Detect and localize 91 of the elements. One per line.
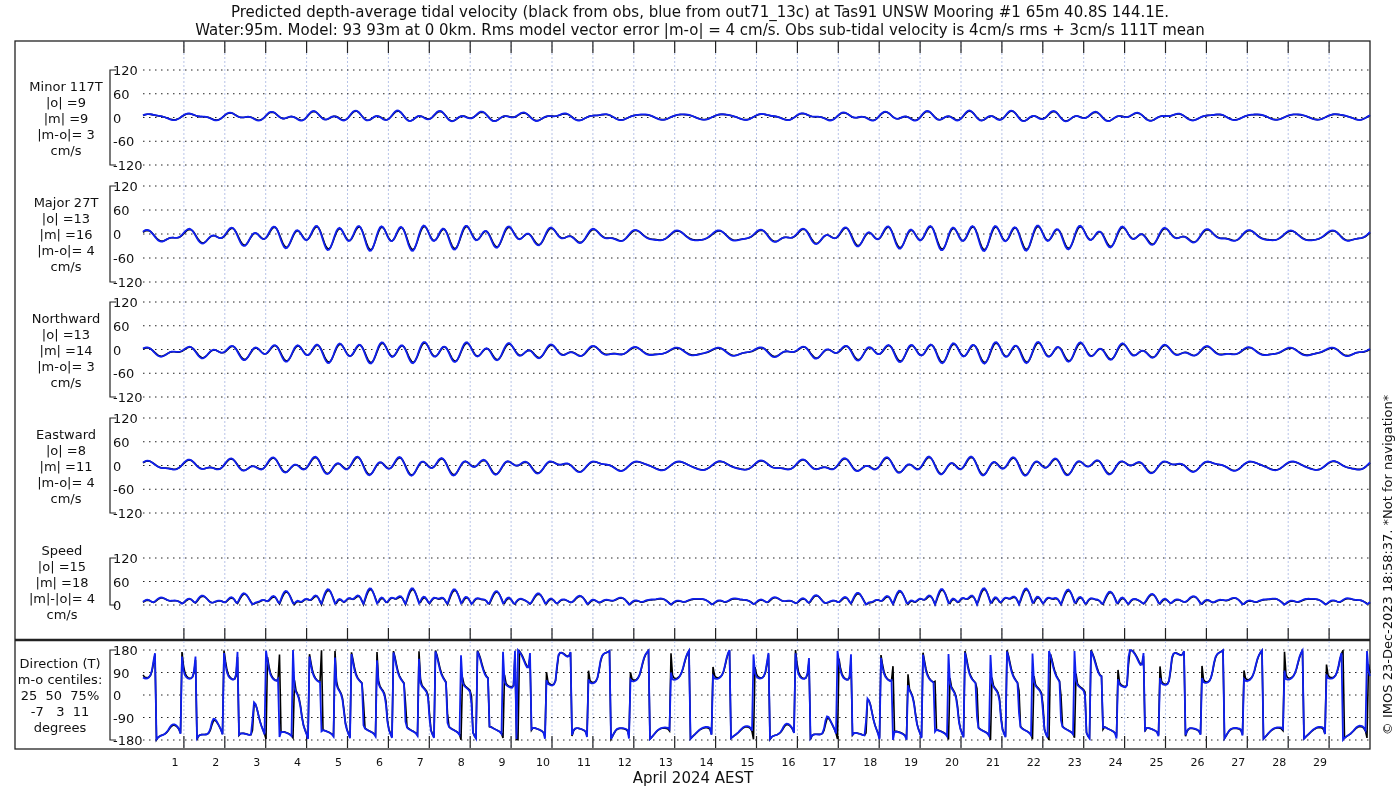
- day-label: 4: [294, 756, 302, 769]
- y-tick-label: -60: [113, 482, 135, 498]
- y-tick-label: 120: [113, 179, 138, 194]
- day-label: 7: [416, 756, 424, 769]
- y-tick-label: -120: [113, 275, 143, 290]
- y-tick-label: 60: [113, 318, 130, 334]
- panel-label: degrees: [33, 720, 87, 735]
- day-label: 10: [536, 756, 550, 769]
- y-tick-label: 60: [113, 86, 130, 102]
- y-tick-label: 0: [113, 227, 122, 242]
- day-label: 3: [253, 756, 261, 769]
- day-label: 28: [1272, 756, 1287, 769]
- y-tick-label: 120: [113, 411, 138, 426]
- y-tick-label: 0: [113, 458, 122, 474]
- y-tick-label: -60: [113, 134, 135, 150]
- panel-label: |m| =18: [35, 574, 89, 590]
- panel-label: 25 50 75%: [20, 688, 100, 703]
- panel-label: |m-o|= 4: [37, 474, 95, 490]
- panel-label: |o| =8: [46, 442, 86, 458]
- day-label: 12: [617, 756, 632, 769]
- panel-label: -7 3 11: [30, 704, 90, 719]
- y-tick-label: -60: [113, 251, 135, 266]
- y-tick-label: 0: [113, 688, 122, 703]
- y-tick-label: -180: [113, 733, 143, 748]
- panel-label: Northward: [31, 310, 101, 326]
- y-tick-label: 60: [113, 574, 130, 590]
- panel-label: cm/s: [46, 606, 78, 622]
- panel-label: |m| =9: [43, 110, 89, 126]
- panel-label: |m| =11: [39, 458, 93, 474]
- panel-label: |m-o|= 4: [37, 243, 95, 258]
- day-label: 29: [1313, 756, 1328, 769]
- x-axis-label: April 2024 AEST: [632, 769, 754, 787]
- chart-title: Water:95m. Model: 93 93m at 0 0km. Rms model vector error |m-o| = 4 cm/s. Obs sub-tidal velocity is 4cm/s rms + 3cm/s 111T mean: [195, 21, 1205, 39]
- y-tick-label: 0: [113, 110, 122, 126]
- panel-label: Eastward: [36, 426, 96, 442]
- panel-label: cm/s: [50, 142, 82, 158]
- day-label: 18: [863, 756, 878, 769]
- day-label: 8: [457, 756, 465, 769]
- panel-label: |o| =13: [41, 326, 91, 342]
- panel-label: |m| =16: [39, 227, 93, 242]
- panel-label: |m| =14: [39, 342, 93, 358]
- panel-label: cm/s: [50, 259, 82, 274]
- panel-label: Minor 117T: [29, 78, 103, 94]
- panel-label: m-o centiles:: [17, 672, 103, 687]
- chart-title: Predicted depth-average tidal velocity (black from obs, blue from out71_13c) at Tas91 UNSW Mooring #1 65m 40.8S 144.1E.: [231, 3, 1169, 21]
- panel-label: |m|-|o|= 4: [28, 590, 96, 606]
- panel-label: |o| =13: [41, 211, 91, 226]
- panel-label: |o| =15: [37, 558, 87, 574]
- y-tick-label: 90: [113, 665, 130, 681]
- day-label: 23: [1067, 756, 1082, 769]
- day-label: 14: [699, 756, 714, 769]
- y-tick-label: 0: [113, 342, 122, 358]
- day-label: 20: [945, 756, 959, 769]
- copyright-note: © IMOS 23-Dec-2023 18:58:37. *Not for navigation*: [1380, 394, 1395, 736]
- day-label: 17: [822, 756, 837, 769]
- panel-label: cm/s: [50, 374, 82, 390]
- y-tick-label: 60: [113, 203, 130, 218]
- panel-label: Speed: [41, 542, 83, 558]
- day-label: 19: [904, 756, 919, 769]
- day-label: 6: [375, 756, 383, 769]
- day-label: 5: [335, 756, 342, 769]
- panel-label: |o| =9: [46, 94, 86, 110]
- y-tick-label: -90: [113, 710, 135, 726]
- day-label: 25: [1149, 756, 1164, 769]
- day-label: 11: [576, 756, 591, 769]
- day-label: 1: [171, 756, 179, 769]
- y-tick-label: -120: [113, 506, 143, 521]
- panel-label: Direction (T): [19, 656, 101, 671]
- day-label: 24: [1108, 756, 1123, 769]
- day-label: 15: [740, 756, 755, 769]
- y-tick-label: 0: [113, 598, 122, 613]
- day-label: 2: [212, 756, 220, 769]
- y-tick-label: 60: [113, 434, 130, 450]
- y-tick-label: 120: [113, 63, 138, 78]
- panel-label: cm/s: [50, 490, 82, 506]
- y-tick-label: 120: [113, 551, 138, 566]
- day-label: 27: [1231, 756, 1246, 769]
- day-label: 26: [1190, 756, 1205, 769]
- y-tick-label: 180: [113, 643, 138, 658]
- day-label: 22: [1026, 756, 1041, 769]
- panel-label: |m-o|= 3: [37, 358, 95, 374]
- y-tick-label: -60: [113, 366, 135, 382]
- y-tick-label: 120: [113, 295, 138, 310]
- y-tick-label: -120: [113, 390, 143, 405]
- panel-label: Major 27T: [33, 195, 99, 210]
- day-label: 21: [985, 756, 1000, 769]
- day-label: 16: [781, 756, 796, 769]
- panel-label: |m-o|= 3: [37, 126, 95, 142]
- day-label: 9: [498, 756, 506, 769]
- day-label: 13: [658, 756, 673, 769]
- y-tick-label: -120: [113, 158, 143, 173]
